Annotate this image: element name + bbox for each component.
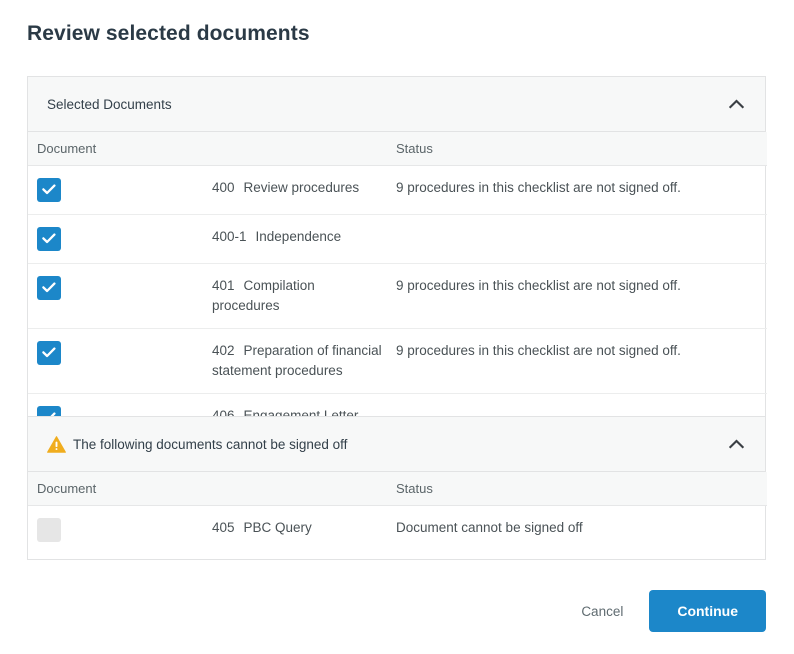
selected-documents-table-body: 400 Review procedures 9 procedures in thi…	[28, 165, 767, 442]
row-status-cell: 9 procedures in this checklist are not s…	[396, 328, 767, 393]
document-name: Independence	[256, 229, 342, 244]
row-checkbox-checked[interactable]	[37, 341, 61, 365]
document-number: 400	[212, 180, 235, 195]
row-document-cell: 401Compilation procedures	[212, 263, 396, 328]
column-header-document: Document	[28, 472, 396, 505]
row-checkbox-cell	[28, 263, 212, 328]
document-name: Preparation of financial statement proce…	[212, 343, 382, 378]
row-document-cell: 400-1 Independence	[212, 214, 396, 263]
blocked-documents-table: Document Status 405 PBC Query Document ca…	[28, 472, 767, 559]
chevron-up-icon[interactable]	[723, 431, 749, 457]
table-row: 400 Review procedures 9 procedures in thi…	[28, 165, 767, 214]
row-checkbox-cell	[28, 165, 212, 214]
row-status-cell: Document cannot be signed off	[396, 505, 767, 559]
row-document-cell: 405 PBC Query	[212, 505, 396, 559]
table-row: 402Preparation of financial statement pr…	[28, 328, 767, 393]
checkmark-icon	[42, 184, 56, 195]
cancel-button[interactable]: Cancel	[569, 596, 635, 627]
document-name: PBC Query	[244, 520, 312, 535]
panel-header-left: The following documents cannot be signed…	[47, 436, 347, 453]
row-checkbox-cell	[28, 328, 212, 393]
selected-documents-table-head: Document Status	[28, 132, 767, 165]
selected-documents-panel-header[interactable]: Selected Documents	[28, 77, 765, 132]
continue-button[interactable]: Continue	[649, 590, 766, 632]
table-header-row: Document Status	[28, 472, 767, 505]
row-checkbox-cell	[28, 214, 212, 263]
blocked-documents-table-body: 405 PBC Query Document cannot be signed o…	[28, 505, 767, 559]
row-checkbox-cell	[28, 505, 212, 559]
document-number: 401	[212, 278, 235, 293]
document-number: 402	[212, 343, 235, 358]
warning-triangle-icon	[47, 436, 66, 453]
column-header-status: Status	[396, 132, 767, 165]
footer-actions: Cancel Continue	[569, 590, 766, 632]
document-name: Review procedures	[244, 180, 360, 195]
chevron-up-glyph	[729, 439, 744, 449]
checkmark-icon	[42, 347, 56, 358]
table-header-row: Document Status	[28, 132, 767, 165]
selected-documents-panel: Selected Documents Document Status	[27, 76, 766, 443]
row-status-cell: 9 procedures in this checklist are not s…	[396, 263, 767, 328]
panel-header-left: Selected Documents	[47, 97, 172, 112]
table-row: 400-1 Independence	[28, 214, 767, 263]
row-checkbox-checked[interactable]	[37, 227, 61, 251]
blocked-documents-panel: The following documents cannot be signed…	[27, 416, 766, 560]
row-checkbox-checked[interactable]	[37, 276, 61, 300]
chevron-up-icon[interactable]	[723, 91, 749, 117]
column-header-status: Status	[396, 472, 767, 505]
document-number: 400-1	[212, 229, 247, 244]
page-title: Review selected documents	[0, 0, 794, 46]
blocked-documents-panel-title: The following documents cannot be signed…	[73, 437, 347, 452]
document-number: 405	[212, 520, 235, 535]
selected-documents-panel-title: Selected Documents	[47, 97, 172, 112]
row-checkbox-disabled	[37, 518, 61, 542]
chevron-up-glyph	[729, 99, 744, 109]
checkmark-icon	[42, 233, 56, 244]
row-document-cell: 402Preparation of financial statement pr…	[212, 328, 396, 393]
row-status-cell: 9 procedures in this checklist are not s…	[396, 165, 767, 214]
checkmark-icon	[42, 282, 56, 293]
blocked-documents-table-head: Document Status	[28, 472, 767, 505]
row-document-cell: 400 Review procedures	[212, 165, 396, 214]
table-row: 401Compilation procedures 9 procedures i…	[28, 263, 767, 328]
blocked-documents-panel-header[interactable]: The following documents cannot be signed…	[28, 417, 765, 472]
table-row: 405 PBC Query Document cannot be signed o…	[28, 505, 767, 559]
row-status-cell	[396, 214, 767, 263]
review-documents-page: Review selected documents Selected Docum…	[0, 0, 794, 654]
row-checkbox-checked[interactable]	[37, 178, 61, 202]
column-header-document: Document	[28, 132, 396, 165]
selected-documents-table: Document Status 400 Review procedures	[28, 132, 767, 442]
